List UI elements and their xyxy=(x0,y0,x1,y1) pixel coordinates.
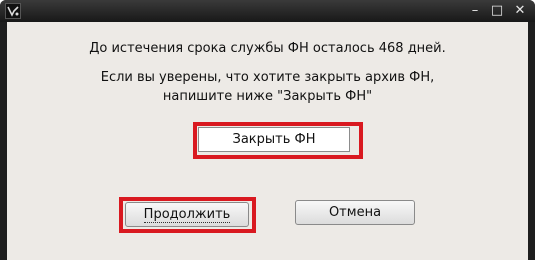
continue-button[interactable]: Продолжить xyxy=(125,202,249,227)
dialog-window: – □ ✕ До истечения срока службы ФН остал… xyxy=(0,0,535,260)
cancel-button[interactable]: Отмена xyxy=(295,200,415,225)
continue-button-label: Продолжить xyxy=(143,207,231,223)
days-remaining-message: До истечения срока службы ФН осталось 46… xyxy=(89,41,446,56)
minimize-icon[interactable]: – xyxy=(466,3,484,19)
app-icon xyxy=(5,3,21,19)
cancel-button-label: Отмена xyxy=(328,205,382,220)
maximize-icon[interactable]: □ xyxy=(488,3,506,19)
title-bar[interactable]: – □ ✕ xyxy=(0,0,535,22)
close-icon[interactable]: ✕ xyxy=(511,3,529,19)
confirm-message-line2: напишите ниже "Закрыть ФН" xyxy=(162,89,373,104)
confirm-text-input[interactable] xyxy=(198,127,350,152)
dialog-body: До истечения срока службы ФН осталось 46… xyxy=(7,22,528,260)
confirm-message-line1: Если вы уверены, что хотите закрыть архи… xyxy=(100,70,435,85)
